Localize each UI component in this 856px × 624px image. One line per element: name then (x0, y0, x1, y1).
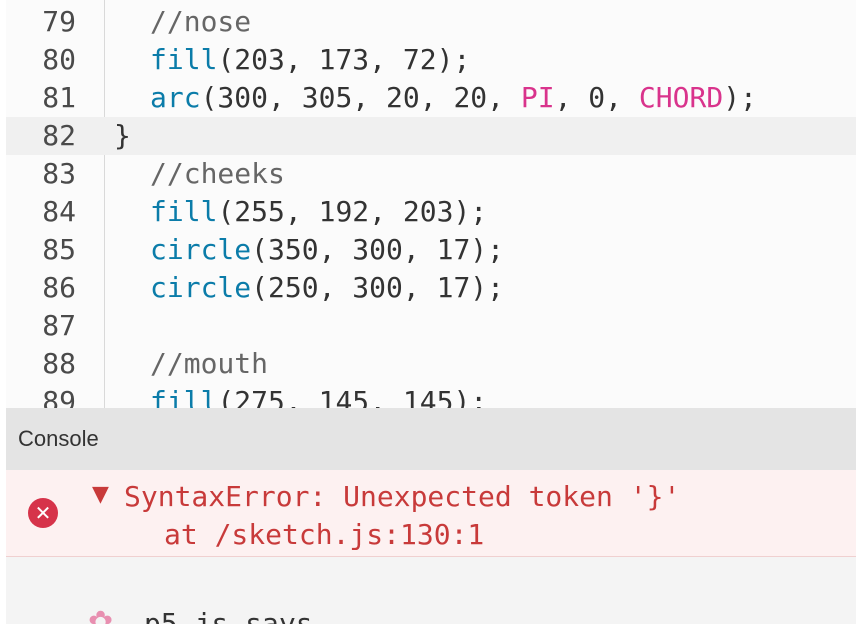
code-text: //mouth (114, 347, 268, 381)
code-editor[interactable]: 79//nose 80 fill(203, 173, 72); 81 arc(300, … (6, 0, 856, 408)
code-token: fill (150, 195, 218, 228)
code-text: } (114, 119, 131, 153)
line-number: 79 (42, 5, 76, 38)
code-text: circle(250, 300, 17); (114, 271, 504, 305)
code-line[interactable]: 81 arc(300, 305, 20, 20, PI, 0, CHORD); (6, 79, 856, 117)
code-token: PI (520, 81, 555, 114)
code-token: arc (150, 81, 201, 114)
error-text: SyntaxError: Unexpected token '}' (124, 480, 681, 513)
code-token: //mouth (150, 347, 269, 380)
line-number: 82 (42, 119, 76, 152)
code-token: //nose (150, 5, 252, 38)
code-token: //cheeks (150, 157, 285, 190)
code-token: (250, 300, 17); (251, 271, 505, 304)
error-location: at /sketch.js:130:1 (164, 518, 485, 551)
code-text: //cheeks (114, 157, 285, 191)
code-token: (255, 192, 203); (217, 195, 488, 228)
code-line[interactable]: 84 fill(255, 192, 203); (6, 193, 856, 231)
line-number: 85 (42, 233, 76, 266)
code-text: //nose (114, 5, 251, 39)
code-token: fill (150, 43, 218, 76)
triangle-down-icon[interactable]: ▼ (92, 482, 109, 507)
code-line[interactable]: 86 circle(250, 300, 17); (6, 269, 856, 307)
code-line[interactable]: 85 circle(350, 300, 17); (6, 231, 856, 269)
code-line[interactable]: 80 fill(203, 173, 72); (6, 41, 856, 79)
console-header[interactable]: Console (6, 408, 856, 470)
code-token: (275, 145, 145); (217, 385, 488, 408)
code-text: arc(300, 305, 20, 20, PI, 0, CHORD); (114, 81, 757, 115)
error-icon: ✕ (28, 498, 58, 528)
line-number: 89 (42, 385, 76, 408)
code-token: , 0, (554, 81, 639, 114)
code-line[interactable]: 87 (6, 307, 856, 345)
code-line[interactable]: 79 //nose (6, 3, 856, 41)
line-number: 83 (42, 157, 76, 190)
code-text: fill(255, 192, 203); (114, 195, 487, 229)
code-token: circle (150, 233, 252, 266)
code-token: (300, 305, 20, 20, (200, 81, 521, 114)
console-title: Console (18, 426, 99, 451)
code-token: (203, 173, 72); (217, 43, 471, 76)
console-error-message[interactable]: ✕ ▼ SyntaxError: Unexpected token '}' at… (6, 470, 856, 557)
flower-icon: ✿ (88, 605, 114, 624)
code-token: } (114, 119, 131, 152)
line-number: 87 (42, 309, 76, 342)
line-number: 84 (42, 195, 76, 228)
code-token: fill (150, 385, 218, 408)
code-text: fill(203, 173, 72); (114, 43, 470, 77)
line-number: 88 (42, 347, 76, 380)
line-number: 80 (42, 43, 76, 76)
code-line[interactable]: 89 fill(275, 145, 145); (6, 383, 856, 408)
code-text: circle(350, 300, 17); (114, 233, 504, 267)
code-token: circle (150, 271, 252, 304)
console-body: ✿ p5.js says (6, 557, 856, 624)
code-line[interactable]: 83 //cheeks (6, 155, 856, 193)
code-text: fill(275, 145, 145); (114, 385, 487, 408)
line-number: 86 (42, 271, 76, 304)
line-number: 81 (42, 81, 76, 114)
code-line[interactable]: 82} (6, 117, 856, 155)
code-token: ); (723, 81, 757, 114)
code-token: (350, 300, 17); (251, 233, 505, 266)
p5-says-text: p5.js says (144, 607, 313, 624)
code-line[interactable]: 88 //mouth (6, 345, 856, 383)
code-token: CHORD (638, 81, 724, 114)
